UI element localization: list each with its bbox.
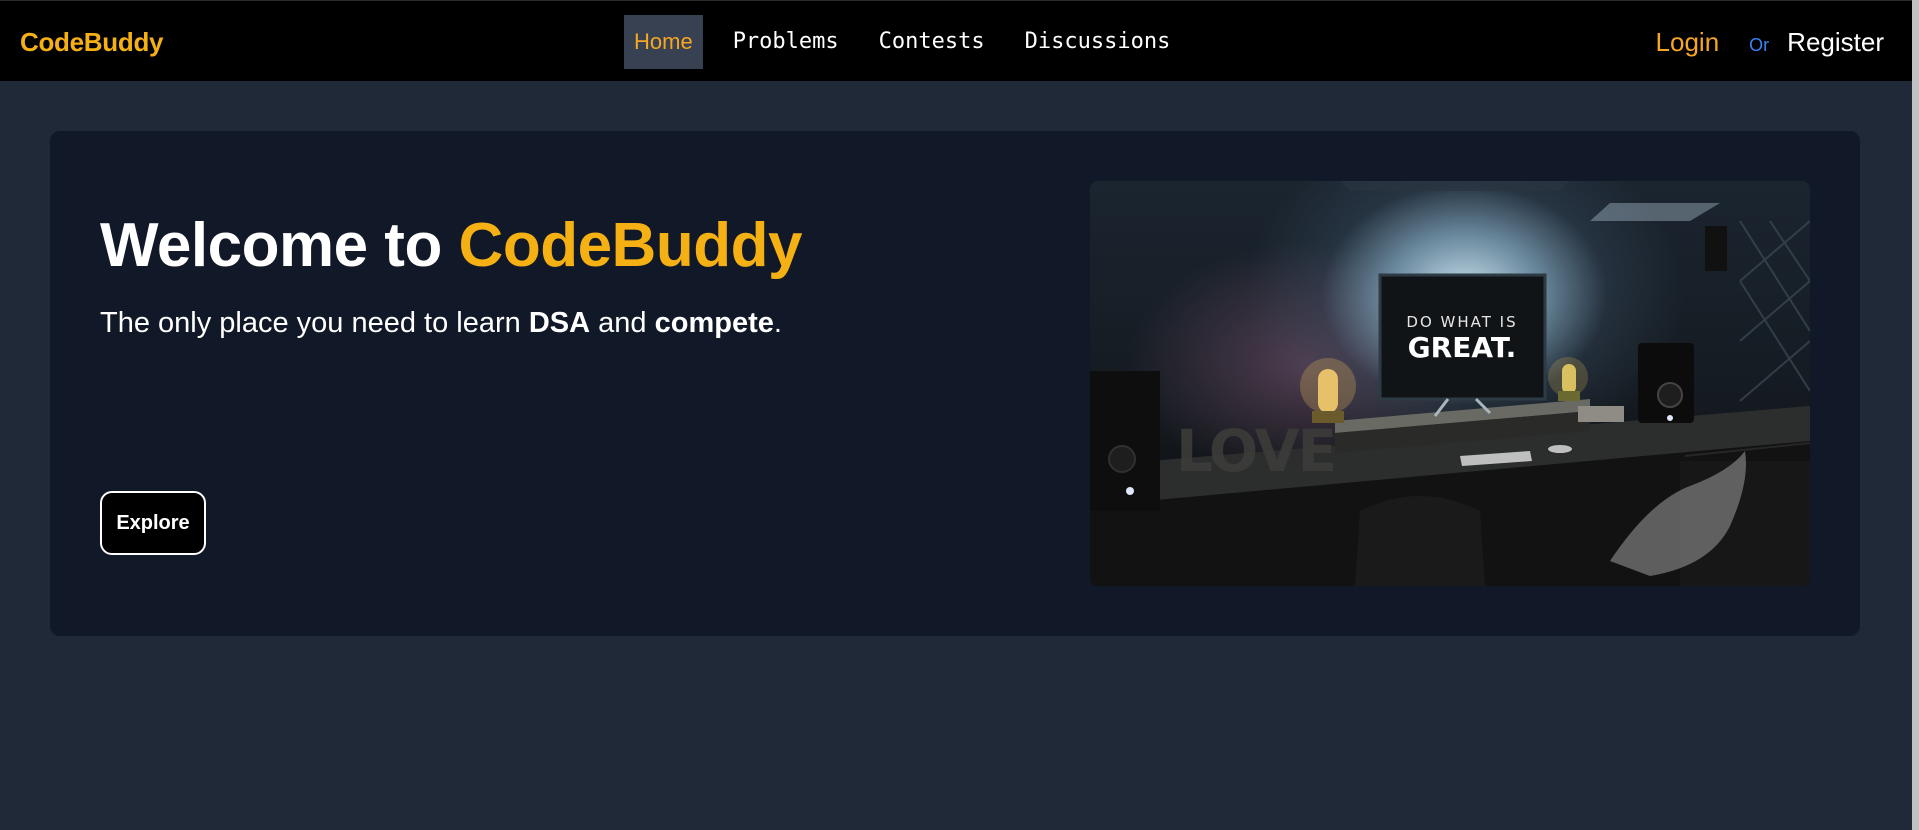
small-speaker bbox=[1705, 226, 1727, 271]
hero-title-brand: CodeBuddy bbox=[458, 211, 803, 280]
wall-shelf bbox=[1590, 203, 1720, 221]
auth-links: Login Or Register bbox=[1656, 27, 1884, 58]
mouse bbox=[1548, 445, 1572, 453]
lamp-right bbox=[1548, 357, 1588, 401]
page-scrollbar[interactable] bbox=[1912, 0, 1919, 830]
lamp-left bbox=[1300, 358, 1356, 423]
nav-problems[interactable]: Problems bbox=[723, 15, 849, 69]
hero-image: DO WHAT IS GREAT. LOVE bbox=[1090, 181, 1810, 586]
hero-subtitle: The only place you need to learn DSA and… bbox=[100, 303, 782, 343]
chair-left bbox=[1355, 496, 1485, 586]
nav-contests[interactable]: Contests bbox=[869, 15, 995, 69]
hero-card: Welcome to CodeBuddy The only place you … bbox=[50, 131, 1860, 636]
register-link[interactable]: Register bbox=[1787, 27, 1884, 58]
explore-button[interactable]: Explore bbox=[100, 491, 206, 555]
scrollbar-thumb[interactable] bbox=[1912, 0, 1919, 830]
desk-setup-illustration: DO WHAT IS GREAT. LOVE bbox=[1090, 181, 1810, 586]
love-letters: LOVE bbox=[1176, 417, 1335, 485]
speaker-right bbox=[1638, 343, 1694, 423]
hero-title-prefix: Welcome to bbox=[100, 211, 442, 280]
lattice-decor bbox=[1739, 220, 1810, 402]
nav-discussions[interactable]: Discussions bbox=[1015, 15, 1181, 69]
subtitle-dsa: DSA bbox=[528, 307, 591, 339]
login-link[interactable]: Login bbox=[1656, 27, 1720, 58]
subtitle-start: The only place you need to learn bbox=[100, 307, 521, 339]
monitor-text-line1: DO WHAT IS bbox=[1406, 313, 1517, 331]
top-navbar: CodeBuddy Home Problems Contests Discuss… bbox=[0, 0, 1912, 81]
main-nav: Home Problems Contests Discussions bbox=[624, 15, 1200, 69]
or-separator: Or bbox=[1749, 35, 1770, 55]
brand-logo[interactable]: CodeBuddy bbox=[20, 27, 163, 57]
monitor-text-line2: GREAT. bbox=[1408, 331, 1517, 364]
nav-home[interactable]: Home bbox=[624, 15, 703, 69]
subtitle-end: . bbox=[773, 307, 782, 339]
ceiling-decor bbox=[1340, 181, 1570, 191]
small-device bbox=[1578, 406, 1624, 422]
subtitle-compete: compete bbox=[654, 307, 774, 339]
hero-title: Welcome to CodeBuddy bbox=[100, 211, 802, 281]
speaker-left bbox=[1090, 371, 1160, 511]
subtitle-and: and bbox=[598, 307, 647, 339]
